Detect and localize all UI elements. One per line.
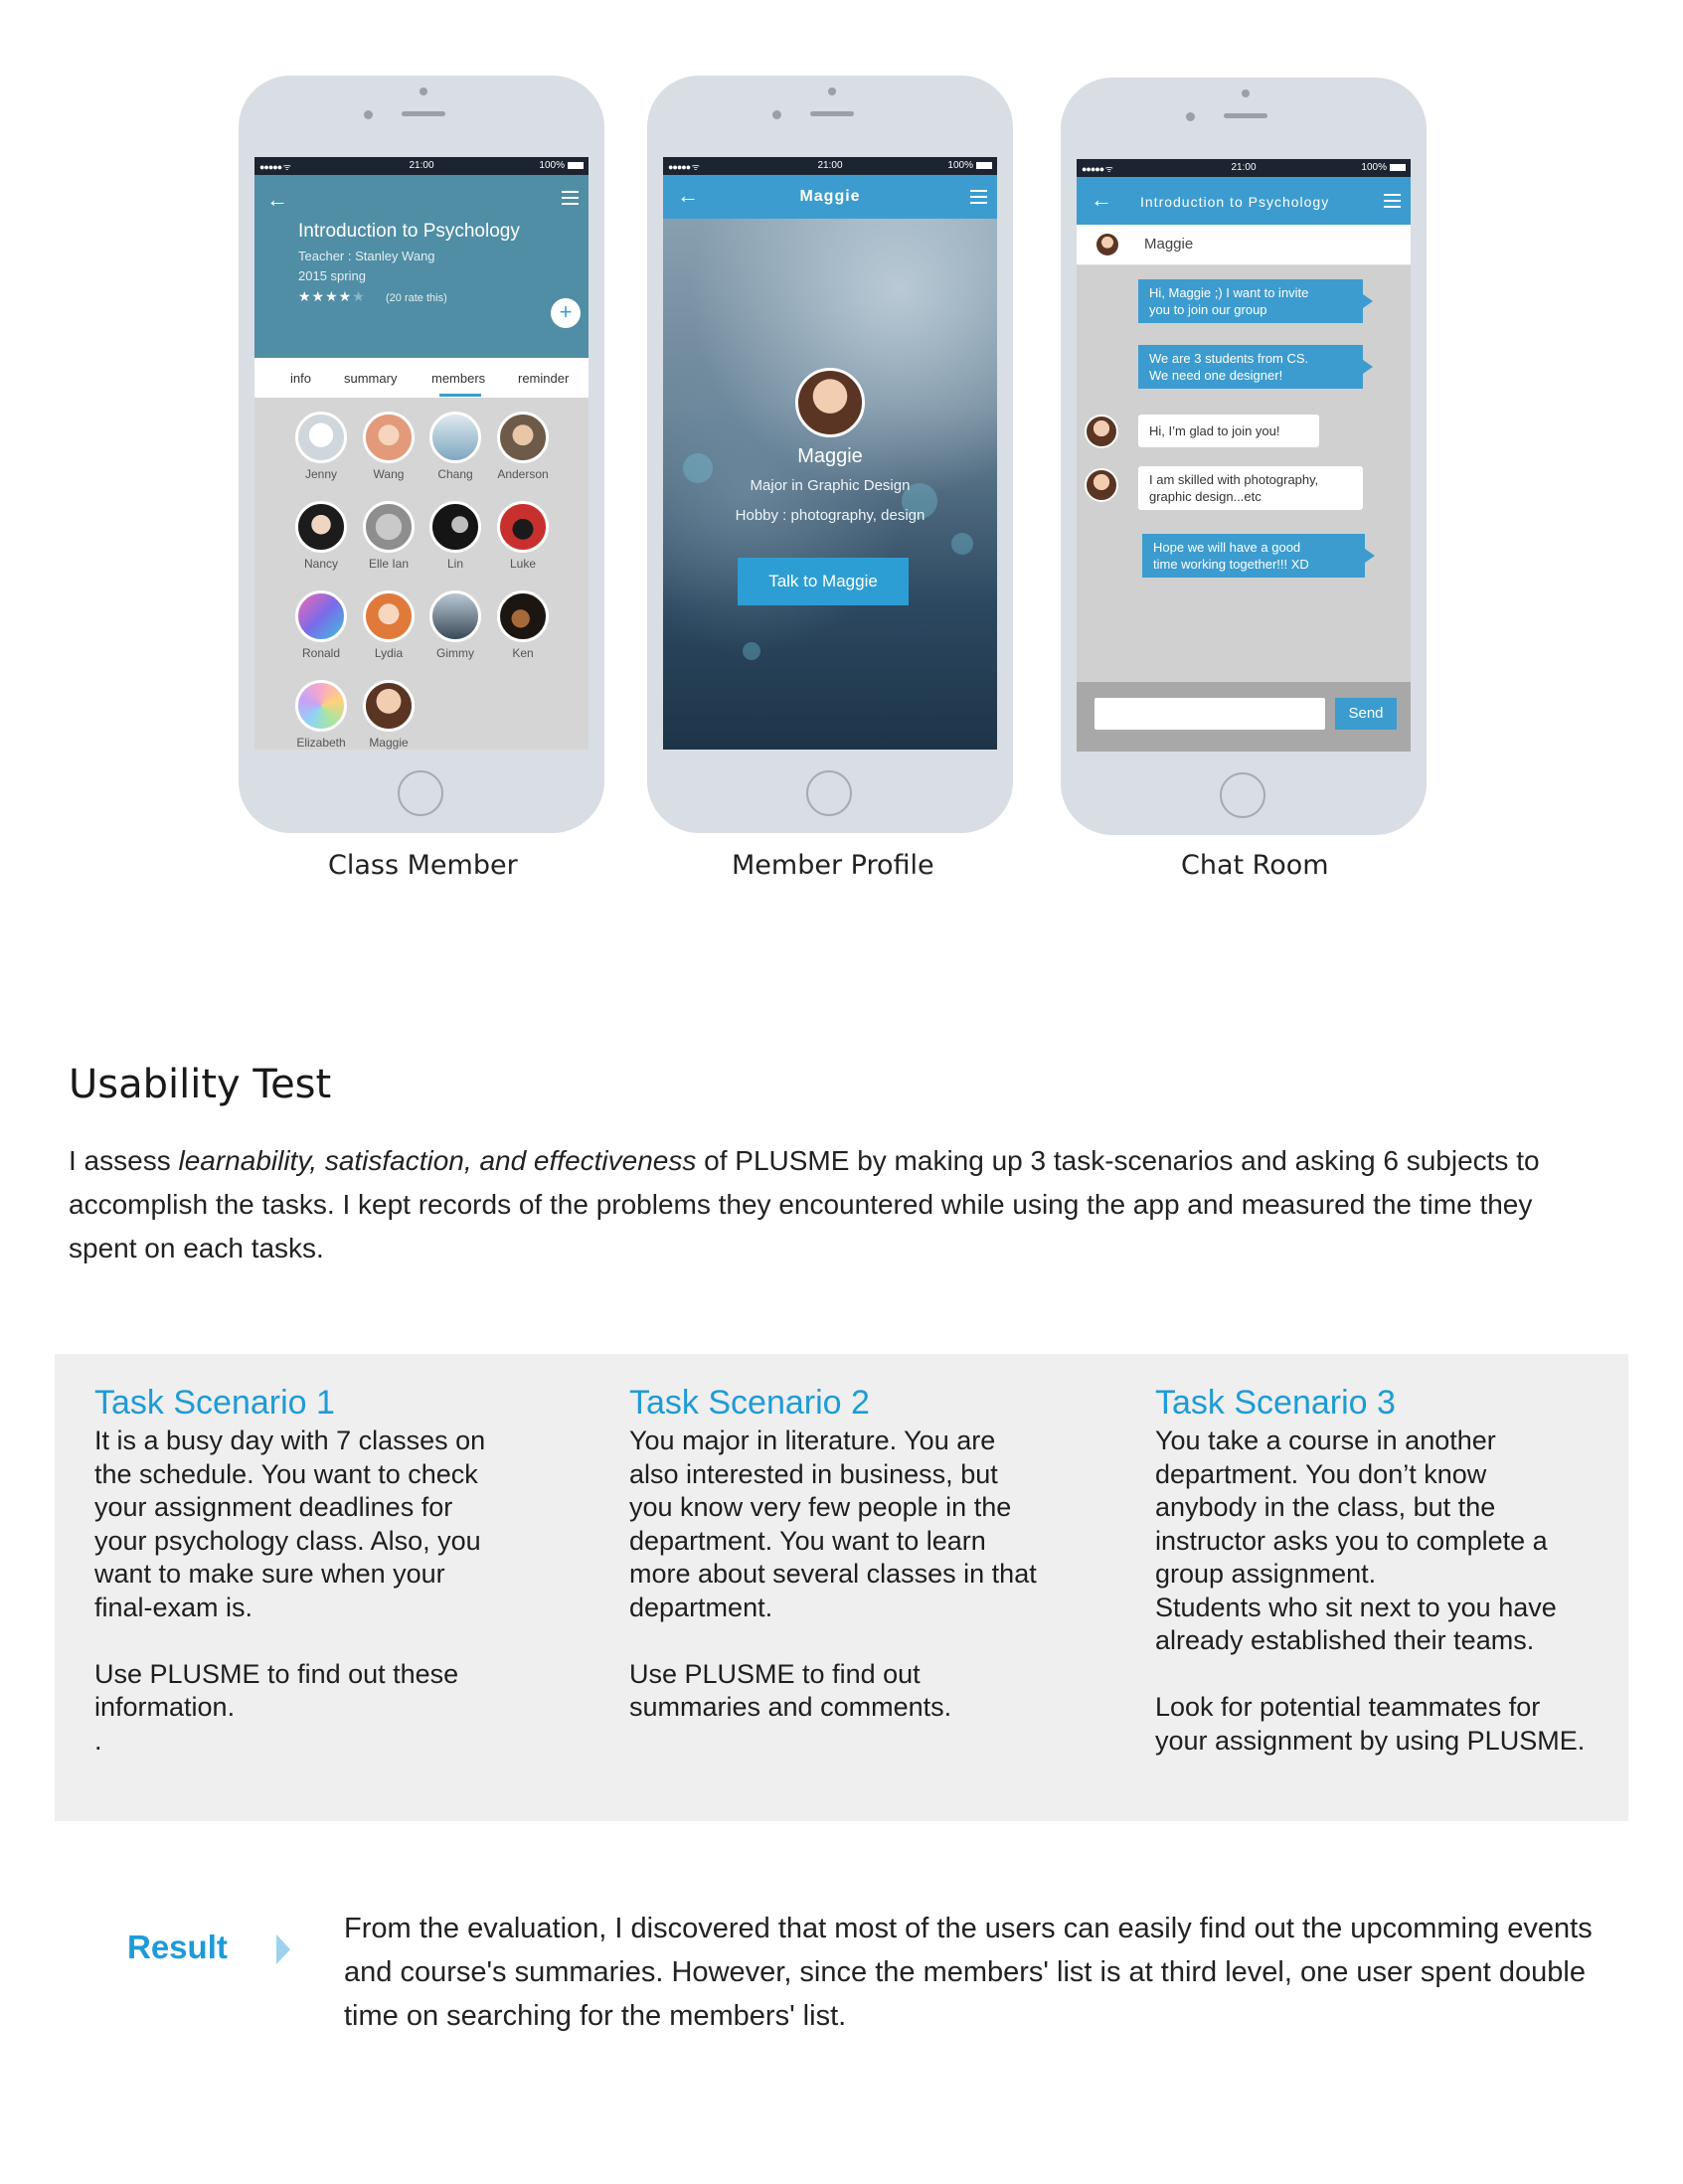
task-scenario-3: Task Scenario 3 You take a course in ano… (1155, 1384, 1622, 1758)
scenario-body: You major in literature. You are also in… (629, 1426, 1037, 1722)
member-item[interactable]: Ronald (286, 590, 356, 660)
member-avatar (429, 590, 481, 642)
member-item[interactable]: Anderson (488, 412, 558, 481)
member-item[interactable]: Luke (488, 501, 558, 571)
result-label: Result (127, 1929, 228, 1965)
caption-chat-room: Chat Room (1181, 850, 1329, 881)
scenario-body: You take a course in another department.… (1155, 1426, 1586, 1756)
scenario-title: Task Scenario 3 (1155, 1384, 1396, 1422)
member-avatar (295, 412, 347, 463)
chat-navbar: ← Introduction to Psychology (1077, 177, 1411, 225)
class-member-screen: ●●●●● ᯤ 21:00 100% ← Introduction to Psy… (254, 157, 589, 750)
tab-reminder[interactable]: reminder (518, 371, 569, 386)
back-arrow-icon[interactable]: ← (266, 187, 288, 213)
send-button[interactable]: Send (1335, 698, 1397, 730)
member-avatar (295, 590, 347, 642)
scenario-title: Task Scenario 1 (94, 1384, 335, 1422)
active-tab-indicator (439, 394, 481, 397)
member-grid: Jenny Wang Chang Anderson Nancy Elle Ian… (254, 398, 589, 750)
menu-icon[interactable] (970, 190, 987, 208)
course-header: ← Introduction to Psychology Teacher : S… (254, 175, 589, 358)
message-in: I am skilled with photography, graphic d… (1138, 466, 1363, 510)
member-avatar (497, 590, 549, 642)
home-button[interactable] (806, 770, 852, 816)
member-profile-screen: ●●●●● ᯤ 21:00 100% ← Maggie Maggie Major… (663, 157, 997, 750)
course-teacher: Teacher : Stanley Wang (298, 249, 435, 263)
nav-title: Maggie (799, 188, 861, 205)
avatar (1085, 415, 1118, 448)
chat-room-screen: ●●●●● ᯤ 21:00 100% ← Introduction to Psy… (1077, 159, 1411, 752)
member-avatar (429, 501, 481, 553)
member-item[interactable]: Elizabeth (286, 680, 356, 750)
member-avatar (497, 501, 549, 553)
member-item[interactable]: Lin (421, 501, 490, 571)
member-item[interactable]: Lydia (354, 590, 423, 660)
member-item[interactable]: Chang (421, 412, 490, 481)
member-avatar (295, 501, 347, 553)
profile-name: Maggie (797, 445, 863, 467)
status-bar: ●●●●● ᯤ 21:00 100% (1077, 159, 1411, 177)
nav-title: Introduction to Psychology (1140, 194, 1330, 210)
profile-avatar (795, 368, 865, 437)
member-avatar (363, 412, 415, 463)
scenario-body: It is a busy day with 7 classes on the s… (94, 1426, 486, 1756)
member-avatar (429, 412, 481, 463)
chat-input-bar: Send (1077, 682, 1411, 752)
chat-member-row[interactable]: Maggie (1077, 225, 1411, 265)
member-item[interactable]: Wang (354, 412, 423, 481)
intro-paragraph: I assess learnability, satisfaction, and… (69, 1145, 1540, 1263)
talk-button[interactable]: Talk to Maggie (738, 558, 909, 605)
tab-summary[interactable]: summary (344, 371, 397, 386)
message-out: We are 3 students from CS. We need one d… (1138, 345, 1373, 389)
course-title: Introduction to Psychology (298, 221, 520, 242)
menu-icon[interactable] (562, 191, 579, 209)
profile-hobby: Hobby : photography, design (735, 507, 926, 524)
phone-class-member: ●●●●● ᯤ 21:00 100% ← Introduction to Psy… (239, 76, 604, 833)
caption-member-profile: Member Profile (732, 850, 934, 881)
phone-member-profile: ●●●●● ᯤ 21:00 100% ← Maggie Maggie Major… (647, 76, 1013, 833)
chevron-right-icon (276, 1934, 290, 1964)
member-item[interactable]: Gimmy (421, 590, 490, 660)
home-button[interactable] (398, 770, 443, 816)
message-out: Hi, Maggie ;) I want to invite you to jo… (1138, 279, 1373, 323)
profile-navbar: ← Maggie (663, 175, 997, 219)
phone-chat-room: ●●●●● ᯤ 21:00 100% ← Introduction to Psy… (1061, 78, 1427, 835)
menu-icon[interactable] (1384, 194, 1401, 212)
course-term: 2015 spring (298, 268, 366, 283)
message-out: Hope we will have a good time working to… (1142, 534, 1375, 578)
member-avatar (295, 680, 347, 732)
member-avatar (497, 412, 549, 463)
message-in: Hi, I’m glad to join you! (1138, 415, 1319, 447)
avatar (1085, 468, 1118, 502)
section-heading: Usability Test (69, 1062, 332, 1107)
back-arrow-icon[interactable]: ← (1091, 187, 1112, 213)
task-scenario-1: Task Scenario 1 It is a busy day with 7 … (94, 1384, 582, 1758)
rating-count: (20 rate this) (386, 292, 447, 304)
member-avatar (363, 590, 415, 642)
chat-messages: Hi, Maggie ;) I want to invite you to jo… (1077, 265, 1411, 682)
home-button[interactable] (1220, 772, 1265, 818)
profile-major: Major in Graphic Design (750, 477, 911, 494)
member-item[interactable]: Nancy (286, 501, 356, 571)
member-item[interactable]: Jenny (286, 412, 356, 481)
tab-info[interactable]: info (290, 371, 311, 386)
rating-stars[interactable]: ★★★★★ (298, 288, 366, 305)
status-bar: ●●●●● ᯤ 21:00 100% (663, 157, 997, 175)
tab-members[interactable]: members (431, 371, 485, 386)
message-input[interactable] (1094, 698, 1325, 730)
scenario-title: Task Scenario 2 (629, 1384, 870, 1422)
caption-class-member: Class Member (328, 850, 518, 881)
status-bar: ●●●●● ᯤ 21:00 100% (254, 157, 589, 175)
member-avatar (363, 501, 415, 553)
member-item[interactable]: Ken (488, 590, 558, 660)
task-scenario-2: Task Scenario 2 You major in literature.… (629, 1384, 1116, 1725)
avatar (1096, 234, 1118, 255)
result-text: From the evaluation, I discovered that m… (344, 1913, 1593, 2032)
member-item[interactable]: Maggie (354, 680, 423, 750)
member-avatar (363, 680, 415, 732)
add-button[interactable]: + (551, 298, 581, 328)
member-item[interactable]: Elle Ian (354, 501, 423, 571)
course-tabs: info summary members reminder (254, 358, 589, 399)
chat-member-name: Maggie (1144, 236, 1194, 252)
